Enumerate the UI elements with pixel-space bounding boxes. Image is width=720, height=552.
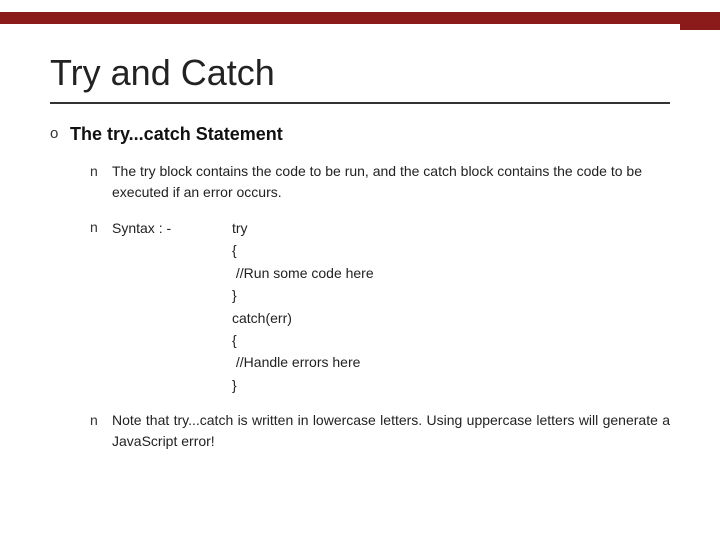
bullet3-text: Note that try...catch is written in lowe…	[112, 410, 670, 452]
syntax-block: Syntax : - try { //Run some code here } …	[112, 217, 670, 396]
code-block: try { //Run some code here } catch(err) …	[232, 217, 374, 396]
sub-bullet-marker-3: n	[90, 412, 112, 428]
main-section: o The try...catch Statement n The try bl…	[50, 124, 670, 466]
sub-bullet-marker-2: n	[90, 219, 112, 235]
sub-bullet-2: n Syntax : - try { //Run some code here …	[90, 217, 670, 396]
main-bullet-marker: o	[50, 125, 70, 142]
section-title: The try...catch Statement	[70, 124, 670, 145]
sub-bullet-1: n The try block contains the code to be …	[90, 161, 670, 203]
page-title: Try and Catch	[50, 52, 670, 94]
main-content: Try and Catch o The try...catch Statemen…	[0, 12, 720, 508]
top-bar-accent	[680, 12, 720, 30]
bullets-container: n The try block contains the code to be …	[90, 161, 670, 452]
sub-bullet-3: n Note that try...catch is written in lo…	[90, 410, 670, 452]
sub-bullet-marker-1: n	[90, 163, 112, 179]
syntax-label: Syntax : -	[112, 217, 232, 239]
top-bar	[0, 12, 720, 24]
divider	[50, 102, 670, 104]
bullet1-text: The try block contains the code to be ru…	[112, 161, 670, 203]
